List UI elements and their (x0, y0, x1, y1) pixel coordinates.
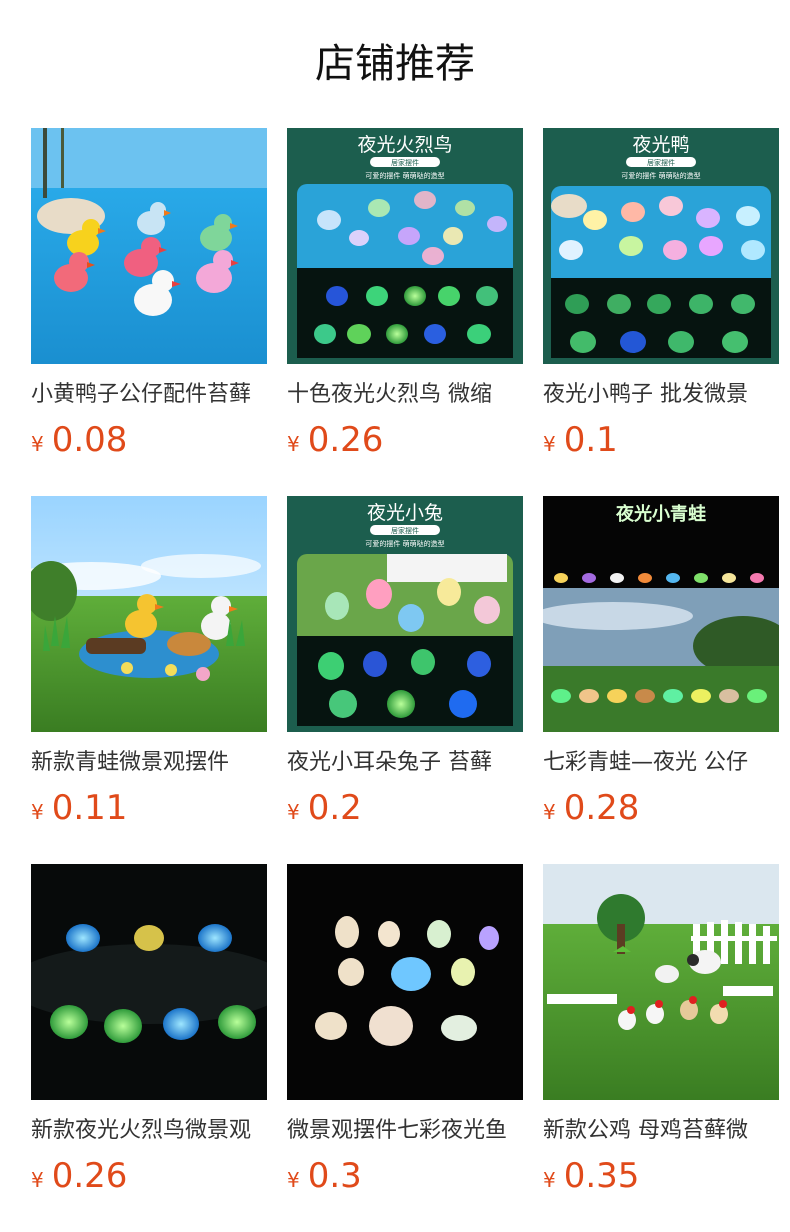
product-image[interactable] (31, 864, 267, 1100)
currency-symbol: ¥ (31, 1168, 44, 1192)
glow-flamingo-image: 夜光火烈鸟 居家摆件 可爱的摆件 萌萌哒的造型 (287, 128, 523, 364)
currency-symbol: ¥ (287, 432, 300, 456)
product-name[interactable]: 小黄鸭子公仔配件苔藓 (31, 380, 267, 410)
product-name[interactable]: 新款夜光火烈鸟微景观 (31, 1116, 267, 1146)
banner-title: 夜光小青蛙 (615, 503, 706, 525)
product-name[interactable]: 新款青蛙微景观摆件 (31, 748, 267, 778)
glow-rabbit-image: 夜光小兔 居家摆件 可爱的摆件 萌萌哒的造型 (287, 496, 523, 732)
product-image[interactable]: 夜光小青蛙 (543, 496, 779, 732)
product-name[interactable]: 七彩青蛙—夜光 公仔 (543, 748, 779, 778)
product-price: ¥0.08 (31, 420, 267, 460)
product-name[interactable]: 十色夜光火烈鸟 微缩 (287, 380, 523, 410)
banner-subtitle: 可爱的摆件 萌萌哒的造型 (365, 171, 444, 180)
currency-symbol: ¥ (543, 432, 556, 456)
glow-frog-image: 夜光小青蛙 (543, 496, 779, 732)
price-value: 0.11 (51, 788, 128, 828)
product-image[interactable]: 夜光火烈鸟 居家摆件 可爱的摆件 萌萌哒的造型 (287, 128, 523, 364)
product-name[interactable]: 夜光小耳朵兔子 苔藓 (287, 748, 523, 778)
glow-duck-image: 夜光鸭 居家摆件 可爱的摆件 萌萌哒的造型 (543, 128, 779, 364)
product-image[interactable]: 夜光小兔 居家摆件 可爱的摆件 萌萌哒的造型 (287, 496, 523, 732)
currency-symbol: ¥ (31, 432, 44, 456)
price-value: 0.28 (563, 788, 640, 828)
product-card[interactable]: 新款公鸡 母鸡苔藓微 ¥0.35 (543, 864, 779, 1232)
currency-symbol: ¥ (31, 800, 44, 824)
banner-badge: 居家摆件 (391, 158, 419, 167)
price-value: 0.3 (307, 1156, 362, 1196)
farm-chickens-image (543, 864, 779, 1100)
currency-symbol: ¥ (543, 1168, 556, 1192)
product-image[interactable] (543, 864, 779, 1100)
banner-title: 夜光小兔 (367, 502, 443, 524)
banner-badge: 居家摆件 (647, 158, 675, 167)
banner-title: 夜光鸭 (632, 134, 689, 156)
product-card[interactable]: 小黄鸭子公仔配件苔藓 ¥0.08 (31, 128, 267, 496)
price-value: 0.26 (51, 1156, 128, 1196)
price-value: 0.35 (563, 1156, 640, 1196)
product-card[interactable]: 夜光鸭 居家摆件 可爱的摆件 萌萌哒的造型 夜光小鸭子 批发微景 ¥ 0.1 (543, 128, 779, 496)
ducks-on-grass-image (31, 496, 267, 732)
product-image[interactable] (287, 864, 523, 1100)
glowing-ducks-image (31, 864, 267, 1100)
currency-symbol: ¥ (543, 800, 556, 824)
product-card[interactable]: 夜光小兔 居家摆件 可爱的摆件 萌萌哒的造型 夜光小耳朵兔子 苔藓 ¥0.2 (287, 496, 523, 864)
banner-badge: 居家摆件 (391, 526, 419, 535)
page-title: 店铺推荐 (315, 41, 475, 87)
product-price: ¥0.2 (287, 788, 523, 828)
product-card[interactable]: 新款夜光火烈鸟微景观 ¥0.26 (31, 864, 267, 1232)
product-image[interactable]: 夜光鸭 居家摆件 可爱的摆件 萌萌哒的造型 (543, 128, 779, 364)
product-price: ¥0.11 (31, 788, 267, 828)
product-price: ¥0.26 (287, 420, 523, 460)
product-price: ¥0.35 (543, 1156, 779, 1196)
product-image[interactable] (31, 496, 267, 732)
banner-subtitle: 可爱的摆件 萌萌哒的造型 (365, 539, 444, 548)
currency-symbol: ¥ (287, 1168, 300, 1192)
product-name[interactable]: 夜光小鸭子 批发微景 (543, 380, 779, 410)
product-card[interactable]: 微景观摆件七彩夜光鱼 ¥0.3 (287, 864, 523, 1232)
banner-subtitle: 可爱的摆件 萌萌哒的造型 (621, 171, 700, 180)
product-card[interactable]: 夜光火烈鸟 居家摆件 可爱的摆件 萌萌哒的造型 十色夜光火烈鸟 微缩 ¥ 0.2… (287, 128, 523, 496)
product-price: ¥0.28 (543, 788, 779, 828)
product-name[interactable]: 微景观摆件七彩夜光鱼 (287, 1116, 523, 1146)
banner-title: 夜光火烈鸟 (357, 134, 452, 156)
product-price: ¥0.26 (31, 1156, 267, 1196)
price-value: 0.1 (563, 420, 618, 460)
price-value: 0.26 (307, 420, 384, 460)
currency-symbol: ¥ (287, 800, 300, 824)
product-name[interactable]: 新款公鸡 母鸡苔藓微 (543, 1116, 779, 1146)
price-value: 0.08 (51, 420, 128, 460)
product-card[interactable]: 新款青蛙微景观摆件 ¥0.11 (31, 496, 267, 864)
product-grid: 小黄鸭子公仔配件苔藓 ¥0.08 夜光火烈鸟 居家摆件 可爱的摆件 萌萌哒的造型 (31, 128, 779, 1232)
resin-ducks-image (31, 128, 267, 364)
product-price: ¥0.1 (543, 420, 779, 460)
store-recommendations-page: 店铺推荐 小黄鸭子公仔配件苔藓 ¥ 0.08 夜光火烈鸟 居家摆件 可爱的摆件 … (0, 0, 790, 1232)
price-value: 0.2 (307, 788, 362, 828)
product-card[interactable]: 夜光小青蛙 七彩青蛙—夜光 公仔 ¥0.28 (543, 496, 779, 864)
product-price: ¥0.3 (287, 1156, 523, 1196)
glowing-sea-animals-image (287, 864, 523, 1100)
product-image[interactable] (31, 128, 267, 364)
